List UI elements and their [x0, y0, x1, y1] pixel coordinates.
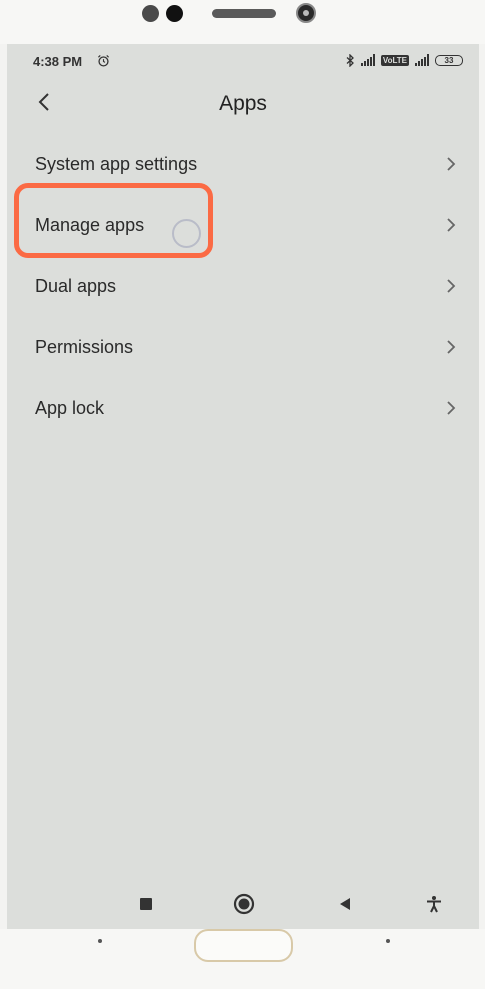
back-triangle-icon	[340, 898, 350, 910]
list-item-system-app-settings[interactable]: System app settings	[7, 134, 479, 195]
list-item-manage-apps[interactable]: Manage apps	[7, 195, 479, 256]
settings-list: System app settings Manage apps Dual app…	[7, 134, 479, 439]
phone-frame: 4:38 PM VoLTE 33 Apps System app setting…	[0, 0, 485, 989]
chevron-right-icon	[447, 157, 456, 171]
accessibility-icon	[427, 896, 441, 913]
list-item-label: Permissions	[35, 337, 134, 357]
navigation-bar	[7, 880, 479, 929]
accessibility-button[interactable]	[422, 892, 446, 916]
status-time: 4:38 PM	[33, 54, 83, 69]
chevron-right-icon	[447, 401, 456, 415]
bezel-dot	[386, 939, 390, 943]
sensor-dot	[166, 5, 183, 22]
list-item-app-lock[interactable]: App lock	[7, 378, 479, 439]
list-item-label: Manage apps	[35, 215, 145, 235]
nav-back-button[interactable]	[333, 892, 357, 916]
bluetooth-icon	[346, 53, 354, 67]
physical-home-key[interactable]	[194, 929, 293, 962]
list-item-permissions[interactable]: Permissions	[7, 317, 479, 378]
list-item-label: System app settings	[35, 154, 198, 174]
status-icons: VoLTE 33	[345, 53, 463, 67]
recents-square-icon	[140, 898, 152, 910]
alarm-icon	[97, 54, 110, 67]
status-bar: 4:38 PM VoLTE 33	[7, 44, 479, 80]
chevron-right-icon	[447, 279, 456, 293]
list-item-label: App lock	[35, 398, 105, 418]
home-circle-icon	[233, 893, 255, 915]
app-header: Apps	[7, 80, 479, 130]
front-camera	[296, 3, 316, 23]
bezel-dot	[98, 939, 102, 943]
list-item-label: Dual apps	[35, 276, 117, 296]
chevron-right-icon	[447, 218, 456, 232]
signal-icon	[360, 54, 375, 66]
sensor-dot	[142, 5, 159, 22]
screen: 4:38 PM VoLTE 33 Apps System app setting…	[7, 44, 479, 929]
recents-button[interactable]	[134, 892, 158, 916]
top-bezel	[0, 0, 485, 44]
volte-badge: VoLTE	[380, 54, 409, 66]
signal-icon-sim2	[415, 54, 429, 66]
page-title: Apps	[219, 92, 267, 115]
home-button[interactable]	[232, 892, 256, 916]
bottom-bezel	[0, 929, 485, 989]
chevron-right-icon	[447, 340, 456, 354]
battery-indicator: 33	[435, 54, 463, 66]
list-item-dual-apps[interactable]: Dual apps	[7, 256, 479, 317]
earpiece-speaker	[212, 9, 276, 18]
